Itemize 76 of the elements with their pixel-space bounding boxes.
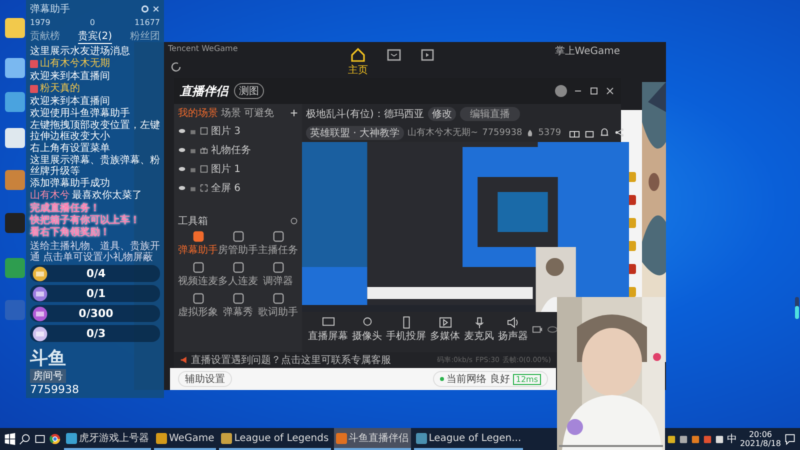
network-status: 当前网络 良好 12ms	[432, 371, 548, 387]
task-banner-text: 快把箱子有你可以上车！	[30, 215, 141, 226]
clock-time: 20:06	[748, 430, 772, 439]
scene-tab[interactable]: 可避免	[244, 106, 274, 120]
taskbar-app[interactable]: League of Legen...	[414, 428, 524, 450]
user-name: 山有木兮木无期	[40, 58, 110, 69]
clock-date: 2021/8/18	[740, 439, 781, 448]
mobile-app-link[interactable]: 掌上WeGame	[554, 44, 620, 58]
layer-name[interactable]: 图片 1	[211, 162, 241, 176]
taskbar-app[interactable]: 斗鱼直播伴侣	[334, 428, 411, 450]
taskbar-app[interactable]: WeGame	[154, 428, 216, 450]
source-button[interactable]: 直播屏幕	[308, 316, 348, 342]
app-name: Tencent WeGame	[168, 44, 238, 53]
task-count: 0/4	[85, 267, 107, 280]
tool-button[interactable]: 弹幕秀	[218, 292, 258, 319]
stat-count: 11677	[134, 18, 160, 27]
taskbar-app[interactable]: League of Legends	[219, 428, 331, 450]
source-button[interactable]: 手机投屏	[386, 316, 426, 342]
source-button[interactable]: 扬声器	[498, 316, 528, 342]
tool-button[interactable]: 房管助手	[218, 230, 258, 257]
layer-name[interactable]: 全屏 6	[211, 180, 241, 194]
layer-name[interactable]: 图片 3	[211, 124, 241, 138]
chat-message: 左键拖拽顶部改变位置，左键拉伸边框改变大小	[30, 120, 160, 142]
task-banner-text: 看右下角领奖励！	[30, 227, 111, 239]
user-name: 山有木兮	[30, 190, 70, 201]
scene-tab[interactable]: 场景	[221, 106, 241, 120]
task-count: 0/1	[85, 287, 107, 300]
task-banner-text: 完成直播任务！	[30, 203, 101, 214]
category-tag[interactable]: 英雄联盟 · 大神教学	[306, 126, 404, 140]
streamer-name: 山有木兮木无期~	[408, 126, 478, 139]
panel-tab[interactable]: 贡献榜	[30, 29, 60, 44]
notice-link[interactable]: 直播设置遇到问题？点击这里可联系专属客服	[191, 353, 391, 367]
category-text: 极地乱斗(有位)：德玛西亚	[306, 108, 424, 120]
taskbar-app[interactable]: 虎牙游戏上号器	[64, 428, 151, 450]
settings-button[interactable]: 辅助设置	[178, 371, 232, 387]
task-count: 0/3	[85, 327, 107, 340]
chat-message: 最喜欢你太菜了	[72, 190, 142, 201]
source-button[interactable]: 多媒体	[430, 316, 460, 342]
chat-message: 这里展示水友进场消息	[30, 46, 130, 57]
room-number: 7759938	[482, 128, 522, 138]
version-badge[interactable]: 测图	[234, 83, 264, 99]
panel-tab[interactable]: 贵宾(2)	[78, 29, 112, 44]
room-label: 房间号	[30, 369, 66, 383]
tool-button[interactable]: 视频连麦	[178, 261, 218, 288]
task-count: 0/300	[78, 307, 114, 320]
panel-tab[interactable]: 粉丝团	[130, 29, 160, 44]
room-number: 7759938	[30, 383, 79, 396]
chat-message: 右上角有设置菜单	[30, 143, 110, 154]
title-field[interactable]: 编辑直播	[460, 106, 520, 120]
input-method-indicator[interactable]: 中	[726, 432, 737, 446]
stat-count: 0	[90, 18, 95, 27]
chat-message: 欢迎使用斗鱼弹幕助手	[30, 108, 130, 119]
source-button[interactable]: 麦克风	[464, 316, 494, 342]
tool-button[interactable]: 歌词助手	[258, 292, 298, 319]
scene-tab[interactable]: 我的场景	[178, 106, 218, 120]
tool-button[interactable]: 虚拟形象	[178, 292, 218, 319]
chat-message: 欢迎来到本直播间	[30, 96, 110, 107]
chat-message: 这里展示弹幕、贵族弹幕、粉丝牌升级等	[30, 155, 160, 177]
task-info: 送给主播礼物、道具、贵族开通 点击单可设置小礼物屏蔽	[30, 241, 160, 263]
source-button[interactable]: 摄像头	[352, 316, 382, 342]
app-name: 直播伴侣	[180, 82, 228, 100]
section-title: 工具箱	[178, 215, 208, 228]
layer-name[interactable]: 礼物任务	[211, 142, 251, 156]
chat-message: 添加弹幕助手成功	[30, 178, 110, 189]
tool-button[interactable]: 调弹器	[258, 261, 298, 288]
chat-message: 欢迎来到本直播间	[30, 71, 110, 82]
tool-button[interactable]: 弹幕助手	[178, 230, 218, 257]
popularity-count: 5379	[538, 128, 562, 138]
panel-title: 弹幕助手	[30, 2, 71, 16]
tool-button[interactable]: 多人连麦	[218, 261, 258, 288]
edit-button[interactable]: 修改	[428, 106, 456, 120]
stat-count: 1979	[30, 18, 50, 27]
logo-text: 斗鱼	[30, 349, 66, 369]
nav-tab[interactable]: 主页	[348, 47, 368, 77]
tool-button[interactable]: 主播任务	[258, 230, 298, 257]
user-name: 粉天真的	[40, 83, 80, 94]
